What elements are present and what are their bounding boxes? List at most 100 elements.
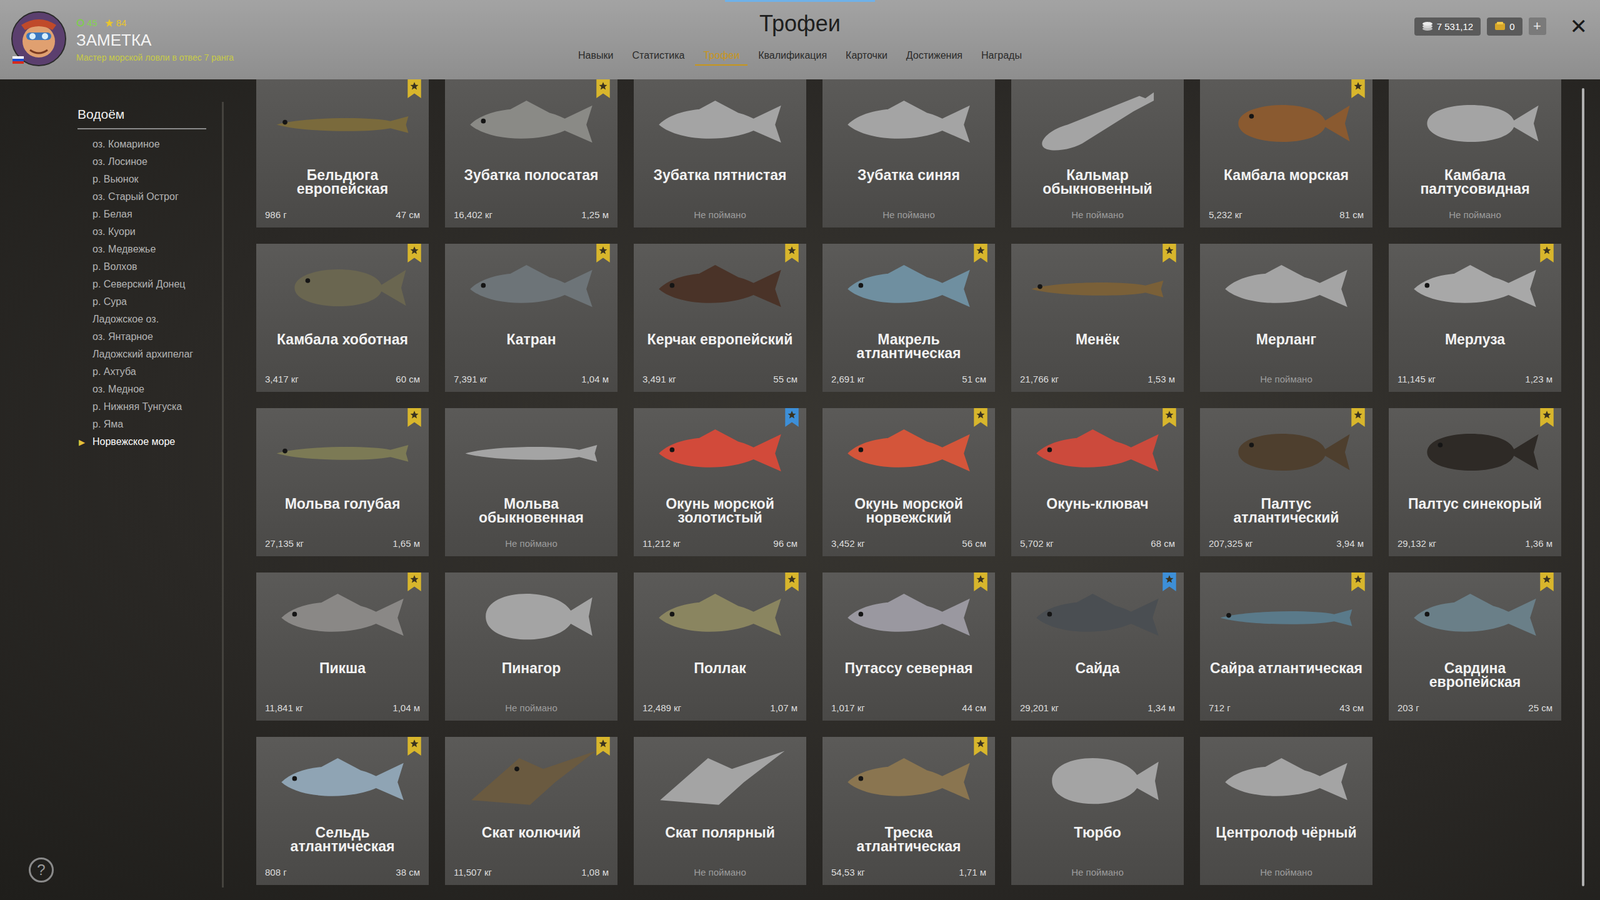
trophy-card[interactable]: Кальмар обыкновенный Не поймано xyxy=(1011,79,1184,228)
trophy-card[interactable]: Камбала палтусовидная Не поймано xyxy=(1388,79,1562,228)
trophy-card[interactable]: Центролоф чёрный Не поймано xyxy=(1200,736,1373,885)
sidebar-item[interactable]: оз. Янтарное xyxy=(77,328,207,346)
trophy-card[interactable]: Палтус синекорый 29,132 кг 1,36 м xyxy=(1388,408,1562,557)
tab[interactable]: Навыки xyxy=(570,48,622,66)
trophy-badge-icon xyxy=(1162,243,1177,263)
sidebar-item-label: оз. Медвежье xyxy=(92,243,156,255)
trophy-card[interactable]: Путассу северная 1,017 кг 44 см xyxy=(822,572,995,721)
sidebar-item[interactable]: р. Нижняя Тунгуска xyxy=(77,398,207,416)
trophy-grid: Бельдюга европейская 986 г 47 см Зубатка… xyxy=(223,79,1562,900)
trophy-card[interactable]: Камбала морская 5,232 кг 81 см xyxy=(1200,79,1373,228)
fish-icon xyxy=(1214,87,1359,160)
tab[interactable]: Квалификация xyxy=(750,48,835,66)
fish-icon xyxy=(648,251,792,324)
fish-name: Зубатка полосатая xyxy=(453,163,609,200)
sidebar-item[interactable]: ▶ Норвежское море xyxy=(77,433,207,451)
trophy-card[interactable]: Треска атлантическая 54,53 кг 1,71 м xyxy=(822,736,995,885)
fish-weight: 203 г xyxy=(1397,702,1420,714)
trophy-card[interactable]: Поллак 12,489 кг 1,07 м xyxy=(633,572,807,721)
trophy-card[interactable]: Палтус атлантический 207,325 кг 3,94 м xyxy=(1200,408,1373,557)
add-button[interactable]: + xyxy=(1528,17,1547,35)
sidebar-item[interactable]: оз. Старый Острог xyxy=(77,188,207,206)
sidebar-item-label: Ладожский архипелаг xyxy=(92,348,194,360)
fish-name: Окунь-клювач xyxy=(1020,491,1175,529)
trophy-badge-icon xyxy=(1540,572,1554,592)
fish-length: 56 см xyxy=(961,538,987,549)
trophy-card[interactable]: Окунь морской золотистый 11,212 кг 96 см xyxy=(633,408,807,557)
fish-weight: 2,691 кг xyxy=(831,373,865,385)
trophy-card[interactable]: Тюрбо Не поймано xyxy=(1011,736,1184,885)
fish-weight: 7,391 кг xyxy=(453,373,488,385)
tab[interactable]: Награды xyxy=(973,48,1030,66)
trophy-card[interactable]: Пинагор Не поймано xyxy=(445,572,618,721)
trophy-card[interactable]: Камбала хоботная 3,417 кг 60 см xyxy=(256,243,429,392)
fish-icon xyxy=(270,87,415,160)
sidebar-item[interactable]: оз. Куори xyxy=(77,223,207,241)
sidebar-item[interactable]: р. Вьюнок xyxy=(77,170,207,189)
avatar[interactable] xyxy=(11,11,67,67)
fish-length: 1,36 м xyxy=(1525,538,1553,549)
tab[interactable]: Статистика xyxy=(623,48,693,66)
sidebar-title: Водоём xyxy=(77,101,207,130)
sidebar-item-label: оз. Комариное xyxy=(92,138,160,150)
sidebar: Водоём оз. Комариное оз. Лосиное р. Вьюн… xyxy=(0,101,224,888)
sidebar-item[interactable]: оз. Комариное xyxy=(77,135,207,154)
sidebar-item[interactable]: р. Ахтуба xyxy=(77,363,207,381)
fish-image xyxy=(265,243,420,328)
sidebar-item[interactable]: оз. Лосиное xyxy=(77,153,207,171)
trophy-card[interactable]: Скат полярный Не поймано xyxy=(633,736,807,885)
trophy-card[interactable]: Катран 7,391 кг 1,04 м xyxy=(445,243,618,392)
fish-name: Зубатка пятнистая xyxy=(642,163,798,200)
trophy-stats: 11,145 кг 1,23 м xyxy=(1397,373,1553,385)
fish-name: Пинагор xyxy=(453,656,609,693)
fish-icon xyxy=(1025,580,1170,653)
sidebar-item[interactable]: р. Сура xyxy=(77,293,207,311)
trophy-card[interactable]: Окунь морской норвежский 3,452 кг 56 см xyxy=(822,408,995,557)
fish-image xyxy=(1397,408,1553,492)
trophy-card[interactable]: Бельдюга европейская 986 г 47 см xyxy=(256,79,429,228)
sidebar-item[interactable]: р. Белая xyxy=(77,205,207,224)
trophy-card[interactable]: Пикша 11,841 кг 1,04 м xyxy=(256,572,429,721)
fish-icon xyxy=(270,251,415,324)
trophy-card[interactable]: Керчак европейский 3,491 кг 55 см xyxy=(633,243,807,392)
trophy-card[interactable]: Окунь-клювач 5,702 кг 68 см xyxy=(1011,408,1184,557)
fish-image xyxy=(1020,736,1175,821)
trophy-card[interactable]: Зубатка полосатая 16,402 кг 1,25 м xyxy=(445,79,618,228)
sidebar-item-label: р. Белая xyxy=(92,208,133,220)
trophy-card[interactable]: Сайда 29,201 кг 1,34 м xyxy=(1011,572,1184,721)
sidebar-item[interactable]: р. Волхов xyxy=(77,258,207,276)
trophy-stats: 11,507 кг 1,08 м xyxy=(453,866,609,878)
trophy-card[interactable]: Сардина европейская 203 г 25 см xyxy=(1388,572,1562,721)
trophy-card[interactable]: Зубатка синяя Не поймано xyxy=(822,79,995,228)
trophy-stats: 3,491 кг 55 см xyxy=(642,373,798,385)
fish-length: 3,94 м xyxy=(1336,538,1364,549)
sidebar-item[interactable]: р. Северский Донец xyxy=(77,275,207,294)
trophy-card[interactable]: Сельдь атлантическая 808 г 38 см xyxy=(256,736,429,885)
trophy-card[interactable]: Менёк 21,766 кг 1,53 м xyxy=(1011,243,1184,392)
player-title: Мастер морской ловли в отвес 7 ранга xyxy=(76,52,234,63)
trophy-card[interactable]: Скат колючий 11,507 кг 1,08 м xyxy=(445,736,618,885)
sidebar-item[interactable]: р. Яма xyxy=(77,415,207,434)
trophy-card[interactable]: Мерланг Не поймано xyxy=(1200,243,1373,392)
trophy-card[interactable]: Сайра атлантическая 712 г 43 см xyxy=(1200,572,1373,721)
scrollbar[interactable] xyxy=(1581,88,1585,887)
fish-icon xyxy=(459,87,604,160)
trophy-card[interactable]: Мерлуза 11,145 кг 1,23 м xyxy=(1388,243,1562,392)
trophy-card[interactable]: Мольва голубая 27,135 кг 1,65 м xyxy=(256,408,429,557)
sidebar-item[interactable]: оз. Медное xyxy=(77,380,207,399)
tab[interactable]: Трофеи xyxy=(695,48,748,66)
tab[interactable]: Карточки xyxy=(837,48,896,66)
sidebar-item[interactable]: Ладожское оз. xyxy=(77,310,207,329)
sidebar-item[interactable]: Ладожский архипелаг xyxy=(77,345,207,364)
sidebar-item[interactable]: оз. Медвежье xyxy=(77,240,207,259)
fish-weight: 712 г xyxy=(1208,702,1231,714)
trophy-card[interactable]: Зубатка пятнистая Не поймано xyxy=(633,79,807,228)
help-button[interactable]: ? xyxy=(28,857,54,883)
tab[interactable]: Достижения xyxy=(898,48,971,66)
sidebar-item-label: р. Вьюнок xyxy=(92,173,139,185)
trophy-stats: 207,325 кг 3,94 м xyxy=(1208,538,1364,549)
trophy-card[interactable]: Макрель атлантическая 2,691 кг 51 см xyxy=(822,243,995,392)
close-button[interactable]: ✕ xyxy=(1570,13,1589,39)
profile: 45 84 ЗАМЕТКА Мастер морской ловли в отв… xyxy=(0,0,570,80)
trophy-card[interactable]: Мольва обыкновенная Не поймано xyxy=(445,408,618,557)
